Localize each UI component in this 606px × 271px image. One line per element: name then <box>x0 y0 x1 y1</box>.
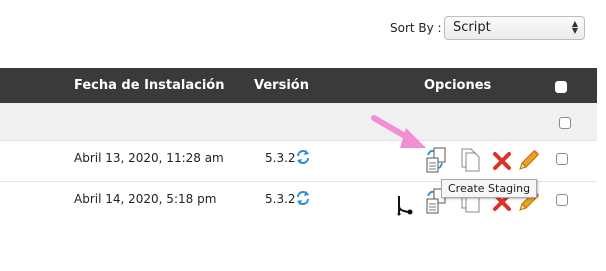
header-fecha: Fecha de Instalación <box>74 78 225 93</box>
annotation-arrow-icon <box>371 115 426 148</box>
staging-icon[interactable] <box>425 146 447 174</box>
git-branch-icon[interactable] <box>395 194 415 216</box>
table-row-empty <box>0 103 597 141</box>
select-all-checkbox[interactable] <box>555 81 567 93</box>
refresh-icon[interactable] <box>296 190 310 206</box>
row-checkbox[interactable] <box>559 117 571 129</box>
create-staging-tooltip: Create Staging <box>441 179 538 198</box>
refresh-icon[interactable] <box>296 149 310 165</box>
sort-by-label: Sort By : <box>390 21 442 35</box>
edit-icon[interactable] <box>518 149 540 171</box>
row-checkbox[interactable] <box>556 194 568 206</box>
table-header: Fecha de Instalación Versión Opciones <box>0 68 597 103</box>
sort-by-select[interactable]: Script ▲ ▼ <box>444 16 585 40</box>
sort-by-value: Script <box>453 20 491 35</box>
header-version: Versión <box>254 78 309 93</box>
version-value: 5.3.2 <box>265 192 296 206</box>
row-checkbox[interactable] <box>556 153 568 165</box>
delete-icon[interactable] <box>492 151 512 171</box>
install-date: Abril 13, 2020, 11:28 am <box>74 151 224 165</box>
header-opciones: Opciones <box>424 78 492 93</box>
install-date: Abril 14, 2020, 5:18 pm <box>74 192 217 206</box>
table-row: Abril 13, 2020, 11:28 am 5.3.2 <box>0 141 597 182</box>
version-value: 5.3.2 <box>265 151 296 165</box>
select-arrows-icon: ▲ ▼ <box>571 19 578 35</box>
clone-icon[interactable] <box>460 148 480 172</box>
